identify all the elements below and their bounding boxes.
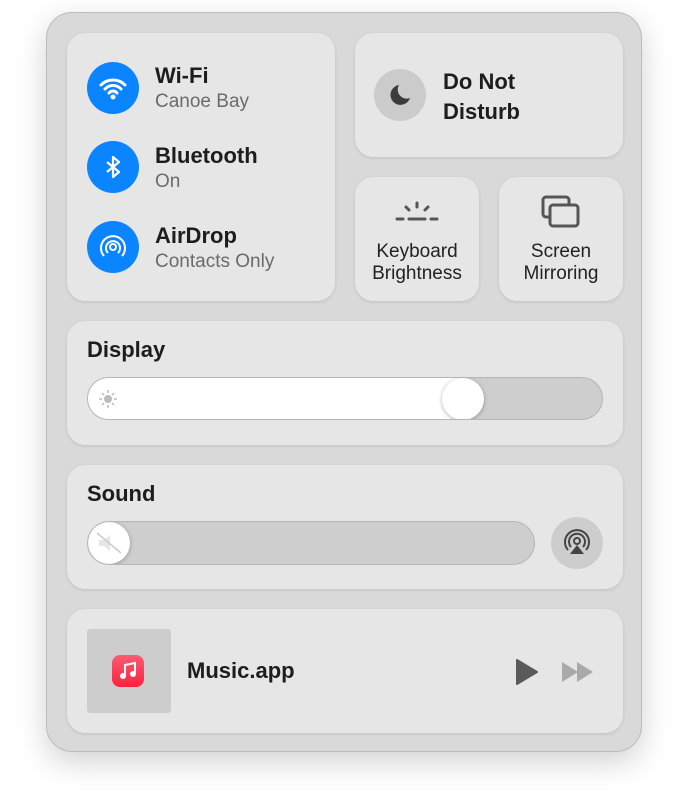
do-not-disturb-button[interactable]: Do Not Disturb [355, 33, 623, 157]
sound-card: Sound [67, 465, 623, 589]
airplay-audio-icon [564, 529, 590, 554]
wifi-icon[interactable] [87, 62, 139, 114]
keyboard-brightness-button[interactable]: Keyboard Brightness [355, 177, 479, 301]
brightness-slider[interactable] [87, 377, 603, 420]
airplay-audio-button[interactable] [551, 517, 603, 569]
sun-icon [99, 390, 117, 408]
dnd-line2: Disturb [443, 99, 520, 124]
bluetooth-subtitle: On [155, 171, 181, 192]
brightness-fill [88, 378, 463, 419]
screen-mirroring-button[interactable]: Screen Mirroring [499, 177, 623, 301]
airdrop-subtitle: Contacts Only [155, 251, 275, 272]
volume-slider[interactable] [87, 521, 535, 565]
keyboard-line1: Keyboard [376, 241, 458, 262]
now-playing-card: Music.app [67, 609, 623, 733]
play-icon[interactable] [515, 658, 539, 686]
wifi-subtitle: Canoe Bay [155, 91, 250, 112]
display-card: Display [67, 321, 623, 445]
music-app-icon [112, 655, 144, 687]
brightness-knob[interactable] [442, 378, 484, 419]
keyboard-brightness-icon [395, 201, 439, 221]
control-center: Wi-Fi Canoe Bay Bluetooth On AirDrop Con… [46, 12, 642, 752]
dnd-line1: Do Not [443, 69, 516, 94]
mirroring-line1: Screen [530, 241, 592, 262]
bluetooth-icon[interactable] [87, 141, 139, 193]
speaker-muted-icon [96, 532, 122, 554]
airdrop-icon[interactable] [87, 221, 139, 273]
display-label: Display [87, 337, 166, 362]
sound-label: Sound [87, 481, 156, 506]
moon-icon [374, 69, 426, 121]
mirroring-line2: Mirroring [523, 263, 599, 284]
screen-mirroring-icon [541, 195, 580, 228]
airdrop-title: AirDrop [155, 223, 237, 248]
album-artwork [87, 629, 171, 713]
fast-forward-icon[interactable] [561, 661, 595, 683]
keyboard-line2: Brightness [372, 263, 462, 284]
volume-knob[interactable] [88, 522, 130, 564]
bluetooth-title: Bluetooth [155, 143, 258, 168]
wifi-title: Wi-Fi [155, 63, 209, 88]
now-playing-title: Music.app [187, 658, 295, 683]
connectivity-card: Wi-Fi Canoe Bay Bluetooth On AirDrop Con… [67, 33, 335, 301]
